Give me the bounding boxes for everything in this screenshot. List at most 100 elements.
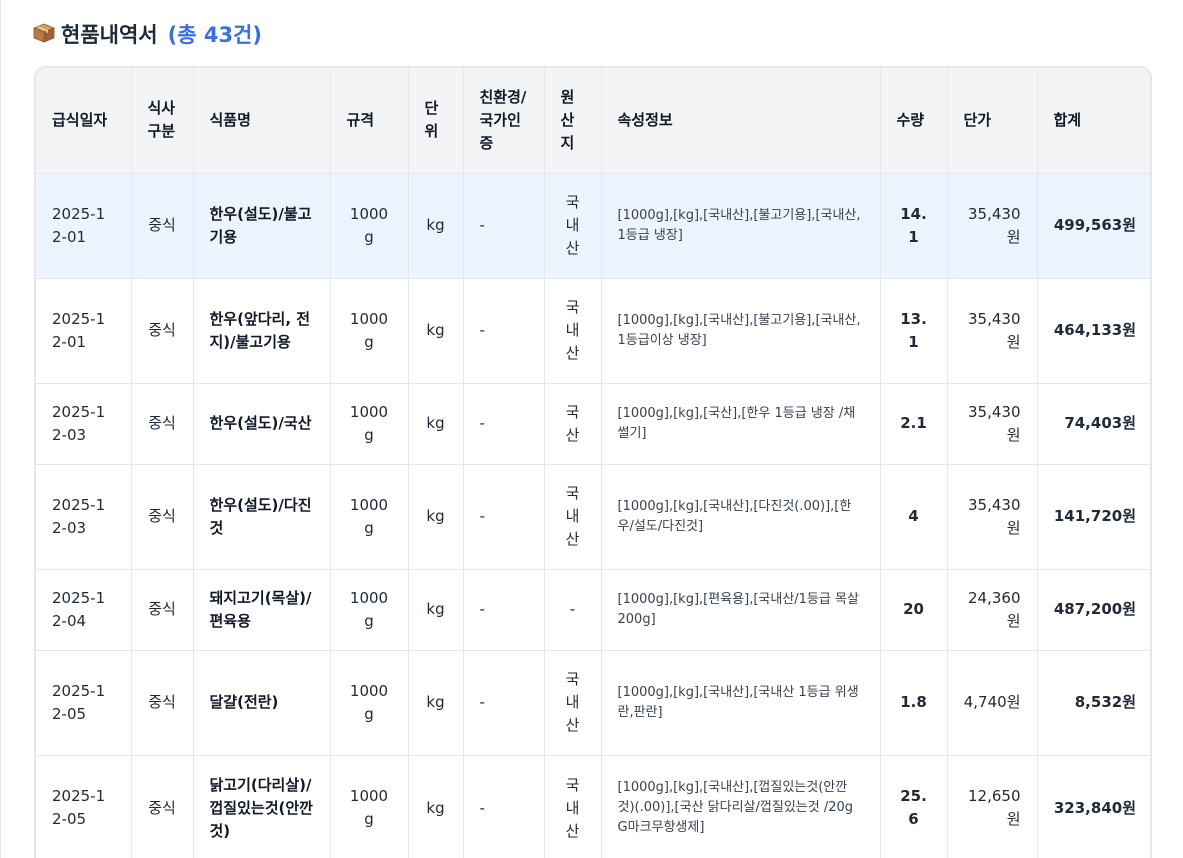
cell-total: 141,720원: [1037, 464, 1150, 570]
cell-certification: -: [463, 383, 545, 465]
header-quantity[interactable]: 수량: [880, 68, 948, 174]
header-unit[interactable]: 단위: [408, 68, 464, 174]
header-attributes[interactable]: 속성정보: [601, 68, 881, 174]
cell-meal: 중식: [131, 650, 194, 756]
cell-unit: kg: [408, 569, 464, 651]
cell-origin: 국내산: [544, 650, 602, 756]
cell-food-name: 닭고기(다리살)/껍질있는것(안깐것): [193, 755, 331, 858]
cell-meal: 중식: [131, 755, 194, 858]
cell-unit-price: 35,430원: [947, 278, 1038, 384]
cell-origin: 국내산: [544, 173, 602, 279]
cell-total: 74,403원: [1037, 383, 1150, 465]
cell-total: 8,532원: [1037, 650, 1150, 756]
receipt-table: 급식일자 식사구분 식품명 규격 단위 친환경/국가인증 원산지 속성정보 수량…: [34, 66, 1152, 858]
cell-unit-price: 35,430원: [947, 173, 1038, 279]
table-row[interactable]: 2025-12-03 중식 한우(설도)/국산 1000g kg - 국산 [1…: [36, 383, 1150, 465]
cell-unit-price: 35,430원: [947, 383, 1038, 465]
cell-origin: 국내산: [544, 755, 602, 858]
cell-food-name: 한우(설도)/국산: [193, 383, 331, 465]
cell-attributes: [1000g],[kg],[국내산],[불고기용],[국내산, 1등급 냉장]: [601, 173, 881, 279]
cell-spec: 1000g: [330, 755, 409, 858]
table-row[interactable]: 2025-12-01 중식 한우(설도)/불고기용 1000g kg - 국내산…: [36, 173, 1150, 279]
header-food-name[interactable]: 식품명: [193, 68, 331, 174]
cell-quantity: 14.1: [880, 173, 948, 279]
cell-unit: kg: [408, 173, 464, 279]
table-header-row: 급식일자 식사구분 식품명 규격 단위 친환경/국가인증 원산지 속성정보 수량…: [36, 68, 1150, 174]
cell-attributes: [1000g],[kg],[국내산],[불고기용],[국내산, 1등급이상 냉장…: [601, 278, 881, 384]
cell-meal: 중식: [131, 278, 194, 384]
cell-date: 2025-12-01: [36, 278, 132, 384]
cell-origin: 국내산: [544, 278, 602, 384]
cell-date: 2025-12-01: [36, 173, 132, 279]
cell-unit-price: 12,650원: [947, 755, 1038, 858]
cell-date: 2025-12-05: [36, 650, 132, 756]
section-count: (총 43건): [167, 23, 262, 47]
cell-quantity: 1.8: [880, 650, 948, 756]
cell-unit-price: 4,740원: [947, 650, 1038, 756]
cell-food-name: 달걀(전란): [193, 650, 331, 756]
table-row[interactable]: 2025-12-01 중식 한우(앞다리, 전지)/불고기용 1000g kg …: [36, 278, 1150, 384]
cell-quantity: 20: [880, 569, 948, 651]
cell-meal: 중식: [131, 464, 194, 570]
table-row[interactable]: 2025-12-05 중식 달걀(전란) 1000g kg - 국내산 [100…: [36, 650, 1150, 756]
section-header: 현품내역서 (총 43건): [32, 18, 262, 50]
header-total[interactable]: 합계: [1037, 68, 1150, 174]
cell-total: 487,200원: [1037, 569, 1150, 651]
table-row[interactable]: 2025-12-03 중식 한우(설도)/다진것 1000g kg - 국내산 …: [36, 464, 1150, 570]
cell-unit: kg: [408, 464, 464, 570]
header-origin[interactable]: 원산지: [544, 68, 602, 174]
cell-origin: -: [544, 569, 602, 651]
cell-meal: 중식: [131, 569, 194, 651]
cell-spec: 1000g: [330, 278, 409, 384]
header-spec[interactable]: 규격: [330, 68, 409, 174]
cell-origin: 국내산: [544, 464, 602, 570]
cell-attributes: [1000g],[kg],[국내산],[껍질있는것(안깐것)(.00)],[국산…: [601, 755, 881, 858]
cell-certification: -: [463, 278, 545, 384]
cell-attributes: [1000g],[kg],[국산],[한우 1등급 냉장 /채썰기]: [601, 383, 881, 465]
table-row[interactable]: 2025-12-04 중식 돼지고기(목살)/편육용 1000g kg - - …: [36, 569, 1150, 651]
cell-certification: -: [463, 464, 545, 570]
cell-attributes: [1000g],[kg],[국내산],[다진것(.00)],[한우/설도/다진것…: [601, 464, 881, 570]
cell-date: 2025-12-05: [36, 755, 132, 858]
cell-spec: 1000g: [330, 383, 409, 465]
header-unit-price[interactable]: 단가: [947, 68, 1038, 174]
cell-date: 2025-12-03: [36, 383, 132, 465]
cell-spec: 1000g: [330, 173, 409, 279]
cell-unit: kg: [408, 650, 464, 756]
cell-date: 2025-12-03: [36, 464, 132, 570]
cell-spec: 1000g: [330, 569, 409, 651]
cell-food-name: 한우(설도)/다진것: [193, 464, 331, 570]
cell-unit-price: 35,430원: [947, 464, 1038, 570]
cell-meal: 중식: [131, 383, 194, 465]
cell-unit: kg: [408, 755, 464, 858]
cell-certification: -: [463, 173, 545, 279]
section-title: 현품내역서: [61, 23, 158, 47]
package-icon: [32, 23, 56, 43]
cell-total: 464,133원: [1037, 278, 1150, 384]
cell-food-name: 돼지고기(목살)/편육용: [193, 569, 331, 651]
cell-origin: 국산: [544, 383, 602, 465]
cell-spec: 1000g: [330, 464, 409, 570]
cell-quantity: 2.1: [880, 383, 948, 465]
cell-spec: 1000g: [330, 650, 409, 756]
cell-attributes: [1000g],[kg],[국내산],[국내산 1등급 위생란,판란]: [601, 650, 881, 756]
cell-total: 323,840원: [1037, 755, 1150, 858]
cell-unit-price: 24,360원: [947, 569, 1038, 651]
cell-unit: kg: [408, 383, 464, 465]
cell-certification: -: [463, 755, 545, 858]
cell-quantity: 4: [880, 464, 948, 570]
cell-quantity: 13.1: [880, 278, 948, 384]
header-date[interactable]: 급식일자: [36, 68, 132, 174]
cell-meal: 중식: [131, 173, 194, 279]
table-row[interactable]: 2025-12-05 중식 닭고기(다리살)/껍질있는것(안깐것) 1000g …: [36, 755, 1150, 858]
cell-total: 499,563원: [1037, 173, 1150, 279]
cell-food-name: 한우(설도)/불고기용: [193, 173, 331, 279]
cell-certification: -: [463, 569, 545, 651]
cell-quantity: 25.6: [880, 755, 948, 858]
cell-certification: -: [463, 650, 545, 756]
cell-attributes: [1000g],[kg],[편육용],[국내산/1등급 목살 200g]: [601, 569, 881, 651]
cell-date: 2025-12-04: [36, 569, 132, 651]
header-certification[interactable]: 친환경/국가인증: [463, 68, 545, 174]
cell-unit: kg: [408, 278, 464, 384]
header-meal[interactable]: 식사구분: [131, 68, 194, 174]
